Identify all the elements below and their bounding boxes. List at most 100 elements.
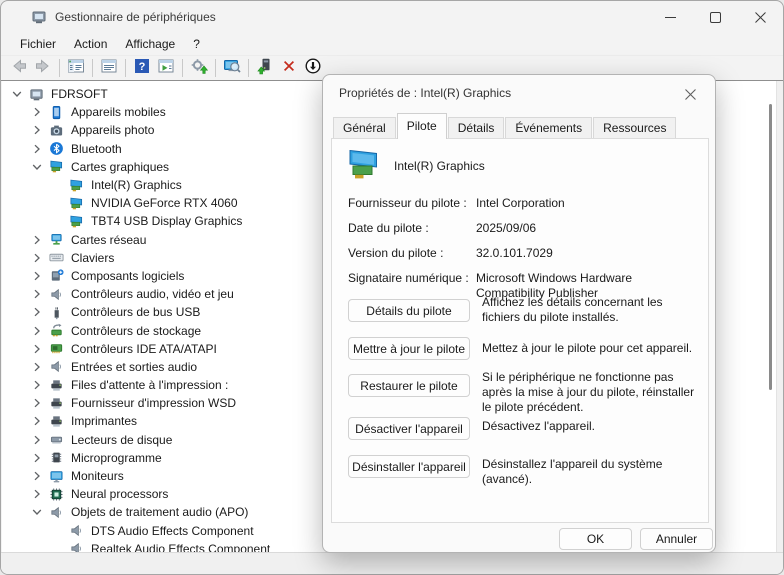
- ok-button[interactable]: OK: [559, 528, 632, 550]
- chevron-right-icon[interactable]: [30, 378, 44, 392]
- tab-evenements[interactable]: Événements: [505, 117, 592, 139]
- gpu-icon: [68, 213, 84, 229]
- printer-icon: [48, 413, 64, 429]
- menu-aide[interactable]: ?: [184, 34, 209, 54]
- tree-item-label: Lecteurs de disque: [71, 433, 172, 447]
- field-label: Fournisseur du pilote :: [348, 196, 467, 210]
- maximize-button[interactable]: [693, 1, 738, 33]
- tree-item-label: Contrôleurs IDE ATA/ATAPI: [71, 342, 217, 356]
- vertical-scrollbar[interactable]: [769, 104, 772, 390]
- tree-item-label: Composants logiciels: [71, 269, 184, 283]
- tree-right-margin: [776, 81, 784, 552]
- monitor-icon: [48, 468, 64, 484]
- uninstall-device-description: Désinstallez l'appareil du système (avan…: [482, 457, 702, 487]
- tree-item-label: Realtek Audio Effects Component: [91, 542, 270, 552]
- cancel-button[interactable]: Annuler: [640, 528, 713, 550]
- chevron-right-icon[interactable]: [30, 451, 44, 465]
- roll-back-driver-description: Si le périphérique ne fonctionne pas apr…: [482, 370, 702, 415]
- tree-item-label: Imprimantes: [71, 414, 137, 428]
- dialog-title-bar: Propriétés de : Intel(R) Graphics: [323, 75, 715, 111]
- tab-details[interactable]: Détails: [448, 117, 505, 139]
- chevron-right-icon[interactable]: [30, 396, 44, 410]
- uninstall-device-button[interactable]: Désinstaller l'appareil: [348, 455, 470, 478]
- forward-icon: [34, 57, 52, 80]
- properties-dialog: Propriétés de : Intel(R) Graphics Généra…: [322, 74, 716, 553]
- printer-icon: [48, 377, 64, 393]
- toolbar-button-help[interactable]: ?: [130, 57, 154, 79]
- chevron-right-icon[interactable]: [30, 487, 44, 501]
- screen: Gestionnaire de périphériques FichierAct…: [0, 0, 784, 575]
- disable-device-description: Désactivez l'appareil.: [482, 419, 702, 434]
- chevron-right-icon[interactable]: [30, 123, 44, 137]
- toolbar-button-update-driver[interactable]: [187, 57, 211, 79]
- chevron-right-icon[interactable]: [30, 305, 44, 319]
- toolbar-button-console-tree[interactable]: [64, 57, 88, 79]
- driver-details-button[interactable]: Détails du pilote: [348, 299, 470, 322]
- audio-icon: [68, 523, 84, 539]
- printer-icon: [48, 395, 64, 411]
- tree-item-label: Microprogramme: [71, 451, 162, 465]
- update-driver-icon: [190, 57, 208, 80]
- close-button[interactable]: [738, 1, 783, 33]
- tree-item-label: Contrôleurs de bus USB: [71, 305, 200, 319]
- tab-pilote[interactable]: Pilote: [397, 113, 447, 139]
- disable-device-icon: [304, 57, 322, 80]
- chevron-right-icon[interactable]: [30, 269, 44, 283]
- menu-affichage[interactable]: Affichage: [116, 34, 184, 54]
- neural-icon: [48, 486, 64, 502]
- usb-icon: [48, 304, 64, 320]
- device-name: Intel(R) Graphics: [394, 159, 485, 173]
- disk-icon: [48, 432, 64, 448]
- tree-item-label: Files d'attente à l'impression :: [71, 378, 228, 392]
- toolbar-button-install-driver[interactable]: [253, 57, 277, 79]
- menu-action[interactable]: Action: [65, 34, 116, 54]
- tab-general[interactable]: Général: [333, 117, 396, 139]
- tree-item-label: Fournisseur d'impression WSD: [71, 396, 236, 410]
- chevron-down-icon[interactable]: [30, 160, 44, 174]
- toolbar-button-properties[interactable]: [97, 57, 121, 79]
- chevron-right-icon[interactable]: [30, 360, 44, 374]
- help-icon: ?: [133, 57, 151, 80]
- tree-item-label: Moniteurs: [71, 469, 124, 483]
- field-label: Signataire numérique :: [348, 271, 469, 285]
- toolbar-button-scan-hardware[interactable]: [220, 57, 244, 79]
- tree-item-label: DTS Audio Effects Component: [91, 524, 254, 538]
- chevron-right-icon[interactable]: [30, 414, 44, 428]
- chevron-down-icon[interactable]: [30, 505, 44, 519]
- console-tree-icon: [67, 57, 85, 80]
- roll-back-driver-button[interactable]: Restaurer le pilote: [348, 374, 470, 397]
- toolbar-button-uninstall-device[interactable]: [277, 57, 301, 79]
- chevron-right-icon[interactable]: [30, 324, 44, 338]
- window-title: Gestionnaire de périphériques: [55, 10, 216, 24]
- chevron-right-icon[interactable]: [30, 342, 44, 356]
- scan-hardware-icon: [223, 57, 241, 80]
- gpu-device-icon: [346, 148, 382, 180]
- gpu-icon: [68, 195, 84, 211]
- dialog-title: Propriétés de : Intel(R) Graphics: [339, 86, 511, 100]
- toolbar-button-disable-device[interactable]: [301, 57, 325, 79]
- chevron-right-icon[interactable]: [30, 433, 44, 447]
- menu-fichier[interactable]: Fichier: [11, 34, 65, 54]
- tree-item-label: Appareils photo: [71, 123, 154, 137]
- chevron-right-icon[interactable]: [30, 142, 44, 156]
- update-driver-button[interactable]: Mettre à jour le pilote: [348, 337, 470, 360]
- computer-icon: [28, 86, 44, 102]
- toolbar-button-action-pane[interactable]: [154, 57, 178, 79]
- dialog-close-button[interactable]: [677, 84, 703, 104]
- chevron-right-icon[interactable]: [30, 105, 44, 119]
- tree-item-label: TBT4 USB Display Graphics: [91, 214, 242, 228]
- chevron-right-icon[interactable]: [30, 287, 44, 301]
- tab-ressources[interactable]: Ressources: [593, 117, 676, 139]
- chevron-right-icon[interactable]: [30, 233, 44, 247]
- chevron-down-icon[interactable]: [10, 87, 24, 101]
- disable-device-button[interactable]: Désactiver l'appareil: [348, 417, 470, 440]
- toolbar-button-forward[interactable]: [31, 57, 55, 79]
- toolbar-separator: [92, 59, 93, 77]
- update-driver-description: Mettez à jour le pilote pour cet apparei…: [482, 341, 702, 356]
- minimize-button[interactable]: [648, 1, 693, 33]
- field-value: 2025/09/06: [476, 221, 702, 236]
- chevron-right-icon[interactable]: [30, 251, 44, 265]
- chevron-right-icon[interactable]: [30, 469, 44, 483]
- install-driver-icon: [256, 57, 274, 80]
- toolbar-button-back[interactable]: [7, 57, 31, 79]
